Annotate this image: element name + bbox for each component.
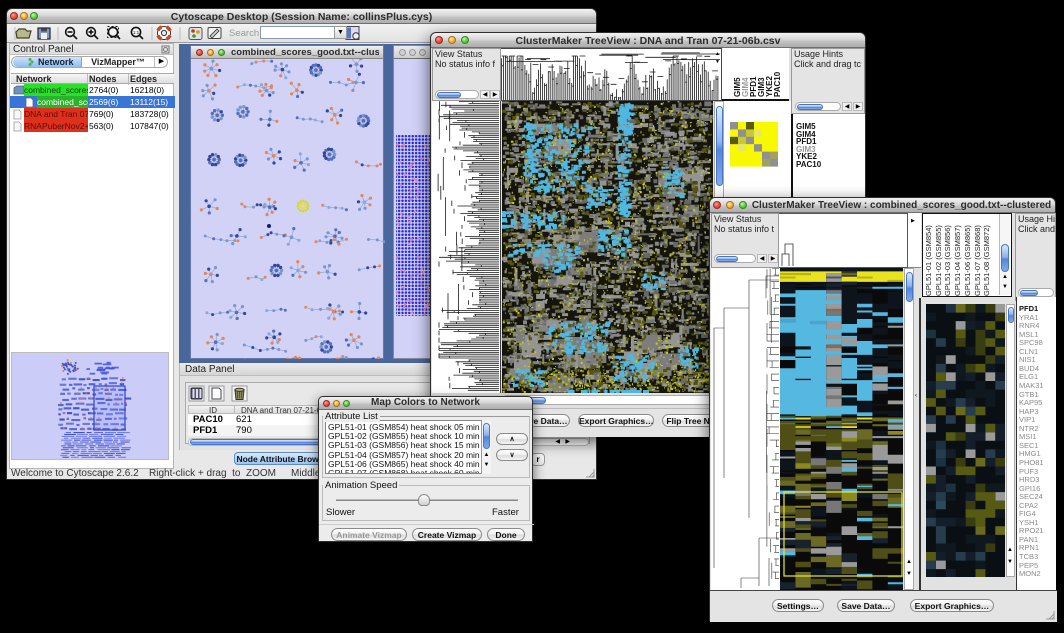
svg-text:1:1: 1:1 bbox=[133, 30, 140, 35]
